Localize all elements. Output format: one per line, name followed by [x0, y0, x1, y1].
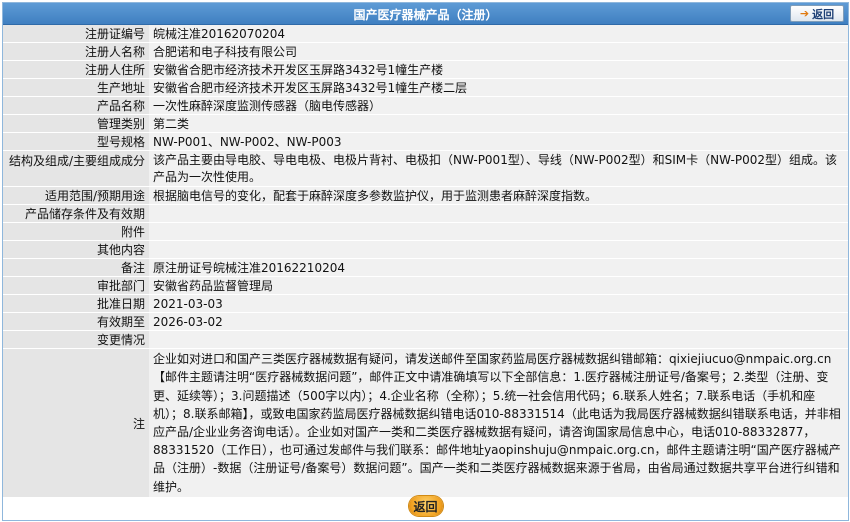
table-row: 审批部门 安徽省药品监督管理局 [3, 276, 848, 295]
table-row: 变更情况 [3, 330, 848, 349]
row-label: 生产地址 [3, 78, 149, 97]
detail-panel: 国产医疗器械产品（注册） ➔ 返回 注册证编号 皖械注准20162070204 … [2, 2, 849, 521]
row-value: NW-P001、NW-P002、NW-P003 [149, 132, 848, 151]
row-label: 管理类别 [3, 114, 149, 133]
row-label: 注册人名称 [3, 42, 149, 61]
table-row: 有效期至 2026-03-02 [3, 312, 848, 331]
table-row-note: 注 企业如对进口和国产三类医疗器械数据有疑问，请发送邮件至国家药监局医疗器械数据… [3, 348, 848, 498]
back-arrow-icon: ➔ [799, 7, 810, 20]
table-row: 注册证编号 皖械注准20162070204 [3, 25, 848, 43]
row-value: 合肥诺和电子科技有限公司 [149, 42, 848, 61]
back-button-bottom-label: 返回 [413, 499, 438, 514]
table-row: 生产地址 安徽省合肥市经济技术开发区玉屏路3432号1幢生产楼二层 [3, 78, 848, 97]
row-value [149, 204, 848, 223]
table-row: 注册人住所 安徽省合肥市经济技术开发区玉屏路3432号1幢生产楼 [3, 60, 848, 79]
row-label: 注 [3, 348, 149, 498]
header-bar: 国产医疗器械产品（注册） ➔ 返回 [3, 3, 848, 25]
row-value: 安徽省合肥市经济技术开发区玉屏路3432号1幢生产楼二层 [149, 78, 848, 97]
row-label: 附件 [3, 222, 149, 241]
row-value: 一次性麻醉深度监测传感器（脑电传感器） [149, 96, 848, 115]
row-label: 注册证编号 [3, 25, 149, 43]
row-value [149, 240, 848, 259]
row-label: 适用范围/预期用途 [3, 186, 149, 205]
footer: 返回 [3, 493, 848, 519]
row-label: 型号规格 [3, 132, 149, 151]
back-button-top[interactable]: ➔ 返回 [790, 5, 844, 22]
table-row: 批准日期 2021-03-03 [3, 294, 848, 313]
row-value [149, 222, 848, 241]
table-row: 型号规格 NW-P001、NW-P002、NW-P003 [3, 132, 848, 151]
row-label: 其他内容 [3, 240, 149, 259]
row-label: 有效期至 [3, 312, 149, 331]
table-row: 其他内容 [3, 240, 848, 259]
table-row: 结构及组成/主要组成成分 该产品主要由导电胶、导电电极、电极片背衬、电极扣（NW… [3, 150, 848, 187]
row-value: 根据脑电信号的变化，配套于麻醉深度多参数监护仪，用于监测患者麻醉深度指数。 [149, 186, 848, 205]
table-row: 适用范围/预期用途 根据脑电信号的变化，配套于麻醉深度多参数监护仪，用于监测患者… [3, 186, 848, 205]
back-button-bottom[interactable]: 返回 [408, 496, 443, 516]
table-row: 附件 [3, 222, 848, 241]
row-value: 原注册证号皖械注准20162210204 [149, 258, 848, 277]
row-label: 审批部门 [3, 276, 149, 295]
info-table: 注册证编号 皖械注准20162070204 注册人名称 合肥诺和电子科技有限公司… [3, 25, 848, 498]
table-row: 管理类别 第二类 [3, 114, 848, 133]
row-label: 备注 [3, 258, 149, 277]
row-value: 第二类 [149, 114, 848, 133]
row-value [149, 330, 848, 349]
row-value: 2021-03-03 [149, 294, 848, 313]
row-value: 该产品主要由导电胶、导电电极、电极片背衬、电极扣（NW-P001型）、导线（NW… [149, 150, 848, 187]
row-value: 皖械注准20162070204 [149, 25, 848, 43]
row-label: 产品储存条件及有效期 [3, 204, 149, 223]
table-row: 产品储存条件及有效期 [3, 204, 848, 223]
row-label: 批准日期 [3, 294, 149, 313]
note-text: 企业如对进口和国产三类医疗器械数据有疑问，请发送邮件至国家药监局医疗器械数据纠错… [149, 348, 848, 498]
row-value: 安徽省药品监督管理局 [149, 276, 848, 295]
table-row: 注册人名称 合肥诺和电子科技有限公司 [3, 42, 848, 61]
row-value: 安徽省合肥市经济技术开发区玉屏路3432号1幢生产楼 [149, 60, 848, 79]
table-row: 产品名称 一次性麻醉深度监测传感器（脑电传感器） [3, 96, 848, 115]
row-label: 变更情况 [3, 330, 149, 349]
row-value: 2026-03-02 [149, 312, 848, 331]
back-button-top-label: 返回 [812, 7, 835, 21]
row-label: 产品名称 [3, 96, 149, 115]
row-label: 结构及组成/主要组成成分 [3, 150, 149, 187]
row-label: 注册人住所 [3, 60, 149, 79]
page-title: 国产医疗器械产品（注册） [353, 8, 498, 22]
table-row: 备注 原注册证号皖械注准20162210204 [3, 258, 848, 277]
